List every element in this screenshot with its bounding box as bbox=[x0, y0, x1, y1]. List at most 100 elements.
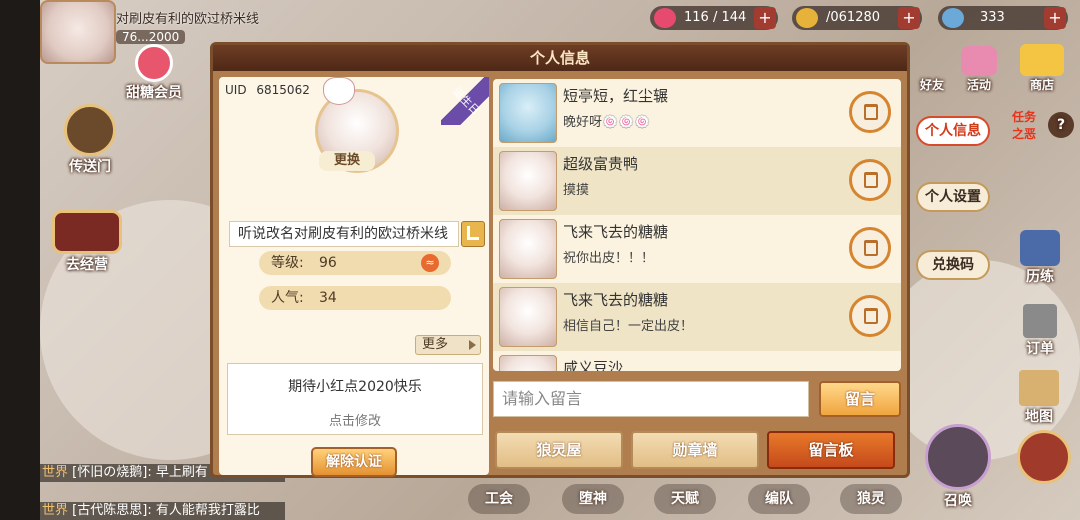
profile-card: UID 6815062 更换 诞生日 听说改名对刷皮有利的欧过桥米线 等级: 9… bbox=[219, 77, 489, 477]
shop-button[interactable]: 商店 bbox=[1012, 44, 1072, 93]
chat-user: [怀旧の烧鹅] bbox=[72, 465, 148, 480]
uid-label: UID bbox=[225, 83, 247, 97]
player-avatar[interactable] bbox=[40, 0, 116, 64]
nav-wolf-spirit[interactable]: 狼灵 bbox=[840, 484, 902, 514]
trash-icon bbox=[864, 104, 878, 120]
summon-button[interactable]: 召唤 bbox=[920, 424, 996, 510]
uid-row: UID 6815062 bbox=[225, 83, 310, 97]
tab-medal-wall[interactable]: 勋章墙 bbox=[631, 431, 759, 469]
level-label: 等级: bbox=[271, 255, 304, 271]
message-list[interactable]: 短亭短，红尘辗 晚好呀🍥🍥🍥 超级富贵鸭 摸摸 飞来飞去的糖糖 祝你出皮！！！ … bbox=[493, 79, 901, 371]
signature-hint: 点击修改 bbox=[328, 414, 381, 429]
redeem-code-menu[interactable]: 兑换码 bbox=[916, 250, 990, 280]
task-label: 任务 bbox=[1011, 110, 1036, 124]
add-crystal-button[interactable]: + bbox=[1044, 7, 1066, 29]
help-button[interactable]: ? bbox=[1048, 112, 1074, 138]
unverify-button[interactable]: 解除认证 bbox=[311, 447, 397, 477]
avatar[interactable] bbox=[499, 151, 557, 211]
post-message-button[interactable]: 留言 bbox=[819, 381, 901, 417]
shop-icon bbox=[1020, 44, 1064, 76]
list-item: 咸义豆沙 bbox=[493, 351, 901, 371]
change-avatar-button[interactable]: 更换 bbox=[319, 151, 375, 171]
signature-box[interactable]: 期待小红点2020快乐 点击修改 bbox=[227, 363, 483, 435]
chat-line[interactable]: 世界 [古代陈思思]: 有人能帮我打露比 bbox=[40, 502, 285, 520]
coin-icon bbox=[796, 8, 818, 28]
personal-settings-menu[interactable]: 个人设置 bbox=[916, 182, 990, 212]
avatar[interactable] bbox=[499, 287, 557, 347]
coin-counter: /061280 + bbox=[792, 6, 922, 30]
pencil-icon bbox=[467, 226, 479, 240]
order-button[interactable]: 订单 bbox=[1014, 304, 1066, 358]
uid-value: 6815062 bbox=[256, 83, 310, 97]
avatar[interactable] bbox=[499, 355, 557, 371]
left-screen-strip bbox=[0, 0, 40, 520]
delete-button[interactable] bbox=[849, 295, 891, 337]
coin-value: /061280 bbox=[826, 10, 881, 25]
friend-button[interactable]: 好友 bbox=[912, 50, 952, 93]
edit-name-button[interactable] bbox=[461, 221, 485, 247]
nav-talent[interactable]: 天赋 bbox=[654, 484, 716, 514]
level-row: 等级: 96 ≈ bbox=[259, 251, 451, 275]
arrow-left-icon bbox=[52, 210, 122, 254]
member-label: 甜糖会员 bbox=[126, 85, 182, 101]
message-author: 咸义豆沙 bbox=[563, 359, 624, 371]
chat-channel: 世界 bbox=[42, 503, 69, 518]
personal-info-menu[interactable]: 个人信息 bbox=[916, 116, 990, 146]
message-text: 摸摸 bbox=[563, 183, 590, 198]
trash-icon bbox=[864, 172, 878, 188]
delete-button[interactable] bbox=[849, 91, 891, 133]
order-label: 订单 bbox=[1026, 341, 1054, 357]
summon-circle-icon bbox=[925, 424, 991, 490]
message-text: 祝你出皮！！！ bbox=[563, 251, 655, 266]
member-button[interactable]: 甜糖会员 bbox=[114, 44, 194, 102]
message-text: 晚好呀🍥🍥🍥 bbox=[563, 115, 651, 130]
nav-fallen-god[interactable]: 堕神 bbox=[562, 484, 624, 514]
activity-button[interactable]: 活动 bbox=[954, 46, 1004, 93]
portal-icon bbox=[64, 104, 116, 156]
train-label: 历练 bbox=[1026, 269, 1054, 285]
profile-panel: 个人信息 UID 6815062 更换 诞生日 听说改名对刷皮有利的欧过桥米线 … bbox=[210, 42, 910, 478]
map-button[interactable]: 地图 bbox=[1012, 370, 1066, 426]
chat-channel: 世界 bbox=[42, 465, 69, 480]
evil-label: 之恶 bbox=[1011, 127, 1036, 141]
more-button[interactable]: 更多 bbox=[415, 335, 481, 355]
level-value: 96 bbox=[319, 255, 337, 271]
star-icon bbox=[961, 46, 997, 76]
shop-label: 商店 bbox=[1029, 78, 1054, 92]
chevron-right-icon bbox=[469, 340, 476, 350]
level-info-icon[interactable]: ≈ bbox=[421, 254, 439, 272]
avatar[interactable] bbox=[499, 83, 557, 143]
delete-button[interactable] bbox=[849, 159, 891, 201]
nav-guild[interactable]: 工会 bbox=[468, 484, 530, 514]
task-banner[interactable]: 任务 之恶 bbox=[1000, 108, 1048, 142]
tab-message-board[interactable]: 留言板 bbox=[767, 431, 895, 469]
popularity-value: 34 bbox=[319, 290, 337, 306]
back-label: 去经营 bbox=[66, 257, 108, 273]
message-input[interactable]: 请输入留言 bbox=[493, 381, 809, 417]
teleport-button[interactable]: 传送门 bbox=[52, 104, 128, 176]
trash-icon bbox=[864, 308, 878, 324]
message-author: 超级富贵鸭 bbox=[563, 155, 639, 173]
tab-wolf-house[interactable]: 狼灵屋 bbox=[495, 431, 623, 469]
crystal-counter: 333 + bbox=[938, 6, 1068, 30]
crystal-value: 333 bbox=[980, 10, 1005, 25]
add-stamina-button[interactable]: + bbox=[754, 7, 776, 29]
more-label: 更多 bbox=[422, 337, 449, 352]
back-button[interactable]: 去经营 bbox=[44, 210, 130, 274]
clipboard-icon bbox=[1023, 304, 1057, 338]
activity-label: 活动 bbox=[966, 78, 991, 92]
nickname-field[interactable]: 听说改名对刷皮有利的欧过桥米线 bbox=[229, 221, 459, 247]
avatar[interactable] bbox=[499, 219, 557, 279]
battle-button[interactable] bbox=[1014, 430, 1074, 484]
train-button[interactable]: 历练 bbox=[1012, 230, 1068, 286]
chat-text: : 早上刷有 bbox=[147, 465, 208, 480]
fox-mask-icon bbox=[323, 77, 355, 105]
add-coin-button[interactable]: + bbox=[898, 7, 920, 29]
summon-label: 召唤 bbox=[944, 493, 972, 509]
list-item: 短亭短，红尘辗 晚好呀🍥🍥🍥 bbox=[493, 79, 901, 147]
list-item: 飞来飞去的糖糖 相信自己！一定出皮！ bbox=[493, 283, 901, 351]
delete-button[interactable] bbox=[849, 227, 891, 269]
list-item: 超级富贵鸭 摸摸 bbox=[493, 147, 901, 215]
crystal-icon bbox=[942, 8, 964, 28]
nav-formation[interactable]: 编队 bbox=[748, 484, 810, 514]
